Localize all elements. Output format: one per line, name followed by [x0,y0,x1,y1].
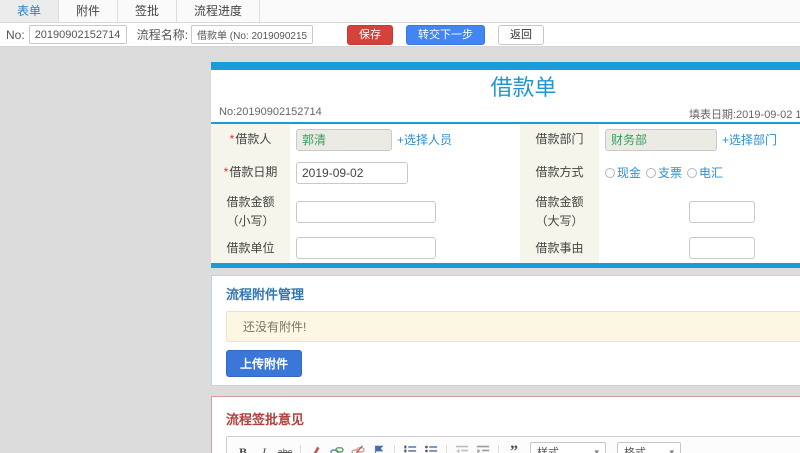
loan-form-panel: 借款单 No:20190902152714 填表日期:2019-09-02 15… [211,62,800,269]
loan-date-input[interactable] [296,161,408,184]
back-button[interactable]: 返回 [498,24,545,45]
link-icon [330,444,344,453]
bullet-list-button[interactable] [422,443,440,453]
form-row-unit-reason: 借款单位 借款事由 [211,233,800,264]
form-title: 借款单 [490,75,557,100]
radio-circle-icon[interactable] [646,167,657,178]
select-person-link[interactable]: +选择人员 [397,131,452,148]
tab-approval[interactable]: 签批 [118,0,178,22]
ordered-list-icon [403,444,417,453]
radio-cash[interactable]: 现金 [605,164,641,181]
radio-wire[interactable]: 电汇 [687,164,723,181]
indent-button[interactable] [474,443,492,453]
amount-lower-input[interactable] [296,200,436,223]
document-column: 借款单 No:20190902152714 填表日期:2019-09-02 15… [211,62,800,453]
form-row-amount: 借款金额（小写） 借款金额（大写） [211,190,800,234]
format-dropdown[interactable]: 格式▾ [617,442,681,453]
anchor-flag-button[interactable] [370,443,388,453]
department-input[interactable] [605,128,717,151]
unlink-button[interactable] [349,443,367,453]
italic-button[interactable]: I [255,443,273,453]
form-meta-row: No:20190902152714 填表日期:2019-09-02 15:27:… [211,104,800,121]
form-row-date-method: *借款日期 借款方式 现金 支票 电汇 [211,155,800,190]
link-button[interactable] [328,443,346,453]
panel-bottom-accent-bar [211,263,800,269]
indent-icon [476,444,490,453]
style-dropdown[interactable]: 样式▾ [530,442,606,453]
department-label: 借款部门 [520,124,599,155]
form-date-text: 填表日期:2019-09-02 15:27:1 [689,109,800,121]
format-brush-button[interactable] [307,443,325,453]
radio-circle-icon[interactable] [687,167,698,178]
process-name-label: 流程名称: [136,28,189,42]
form-no-text: No:20190902152714 [219,106,322,118]
borrower-label: *借款人 [211,124,290,155]
attachment-heading: 流程附件管理 [226,287,305,303]
radio-circle-icon[interactable] [605,167,615,178]
chevron-down-icon: ▾ [669,446,674,453]
tab-form[interactable]: 表单 [0,0,60,22]
toolbar-separator [446,444,447,453]
loan-unit-input[interactable] [296,237,436,260]
loan-method-radio-group: 现金 支票 电汇 [605,164,723,181]
process-name-input[interactable] [191,25,314,44]
attachment-panel: 流程附件管理 还没有附件! 上传附件 [211,275,800,387]
rich-text-editor: B I abc ” 样式▾ 格式▾ [226,436,800,453]
command-bar: No: 流程名称: 保存 转交下一步 返回 [0,23,800,47]
strikethrough-button[interactable]: abc [276,443,294,453]
select-department-link[interactable]: +选择部门 [722,131,777,148]
loan-reason-input[interactable] [689,237,755,260]
amount-upper-input[interactable] [689,200,755,223]
radio-check[interactable]: 支票 [646,164,682,181]
approval-panel: 流程签批意见 B I abc ” ▾ ▾ [211,396,800,453]
toolbar-separator [394,444,395,453]
outdent-button[interactable] [453,443,471,453]
loan-method-label: 借款方式 [520,155,599,190]
transfer-next-button[interactable]: 转交下一步 [406,24,486,45]
format-brush-icon [309,444,323,453]
approval-heading: 流程签批意见 [226,412,305,428]
unlink-icon [351,444,365,453]
toolbar-separator [498,444,499,453]
amount-lower-label: 借款金额（小写） [211,190,290,234]
loan-date-label: *借款日期 [211,155,290,190]
required-mark: * [223,165,229,180]
amount-upper-label: 借款金额（大写） [520,190,599,234]
loan-reason-label: 借款事由 [520,233,599,264]
tab-process-progress[interactable]: 流程进度 [177,0,261,22]
toolbar-separator [300,444,301,453]
tab-attachment[interactable]: 附件 [59,0,119,22]
bold-button[interactable]: B [234,443,252,453]
borrower-input[interactable] [296,128,392,151]
ordered-list-button[interactable] [401,443,419,453]
bullet-list-icon [424,444,438,453]
content-background: 借款单 No:20190902152714 填表日期:2019-09-02 15… [0,48,800,453]
required-mark: * [229,132,235,147]
outdent-icon [455,444,469,453]
no-attachment-alert: 还没有附件! [226,311,800,343]
no-label: No: [6,27,25,42]
top-tab-bar: 表单 附件 签批 流程进度 [0,0,800,23]
save-button[interactable]: 保存 [347,24,394,45]
editor-toolbar: B I abc ” 样式▾ 格式▾ [227,437,800,453]
flag-icon [372,444,386,453]
panel-top-accent-bar [211,62,800,70]
upload-attachment-button[interactable]: 上传附件 [226,350,303,378]
form-row-borrower: *借款人 +选择人员 借款部门 +选择部门 [211,124,800,155]
blockquote-button[interactable]: ” [505,443,523,453]
loan-unit-label: 借款单位 [211,233,290,264]
chevron-down-icon: ▾ [594,446,599,453]
no-input[interactable] [28,25,127,44]
